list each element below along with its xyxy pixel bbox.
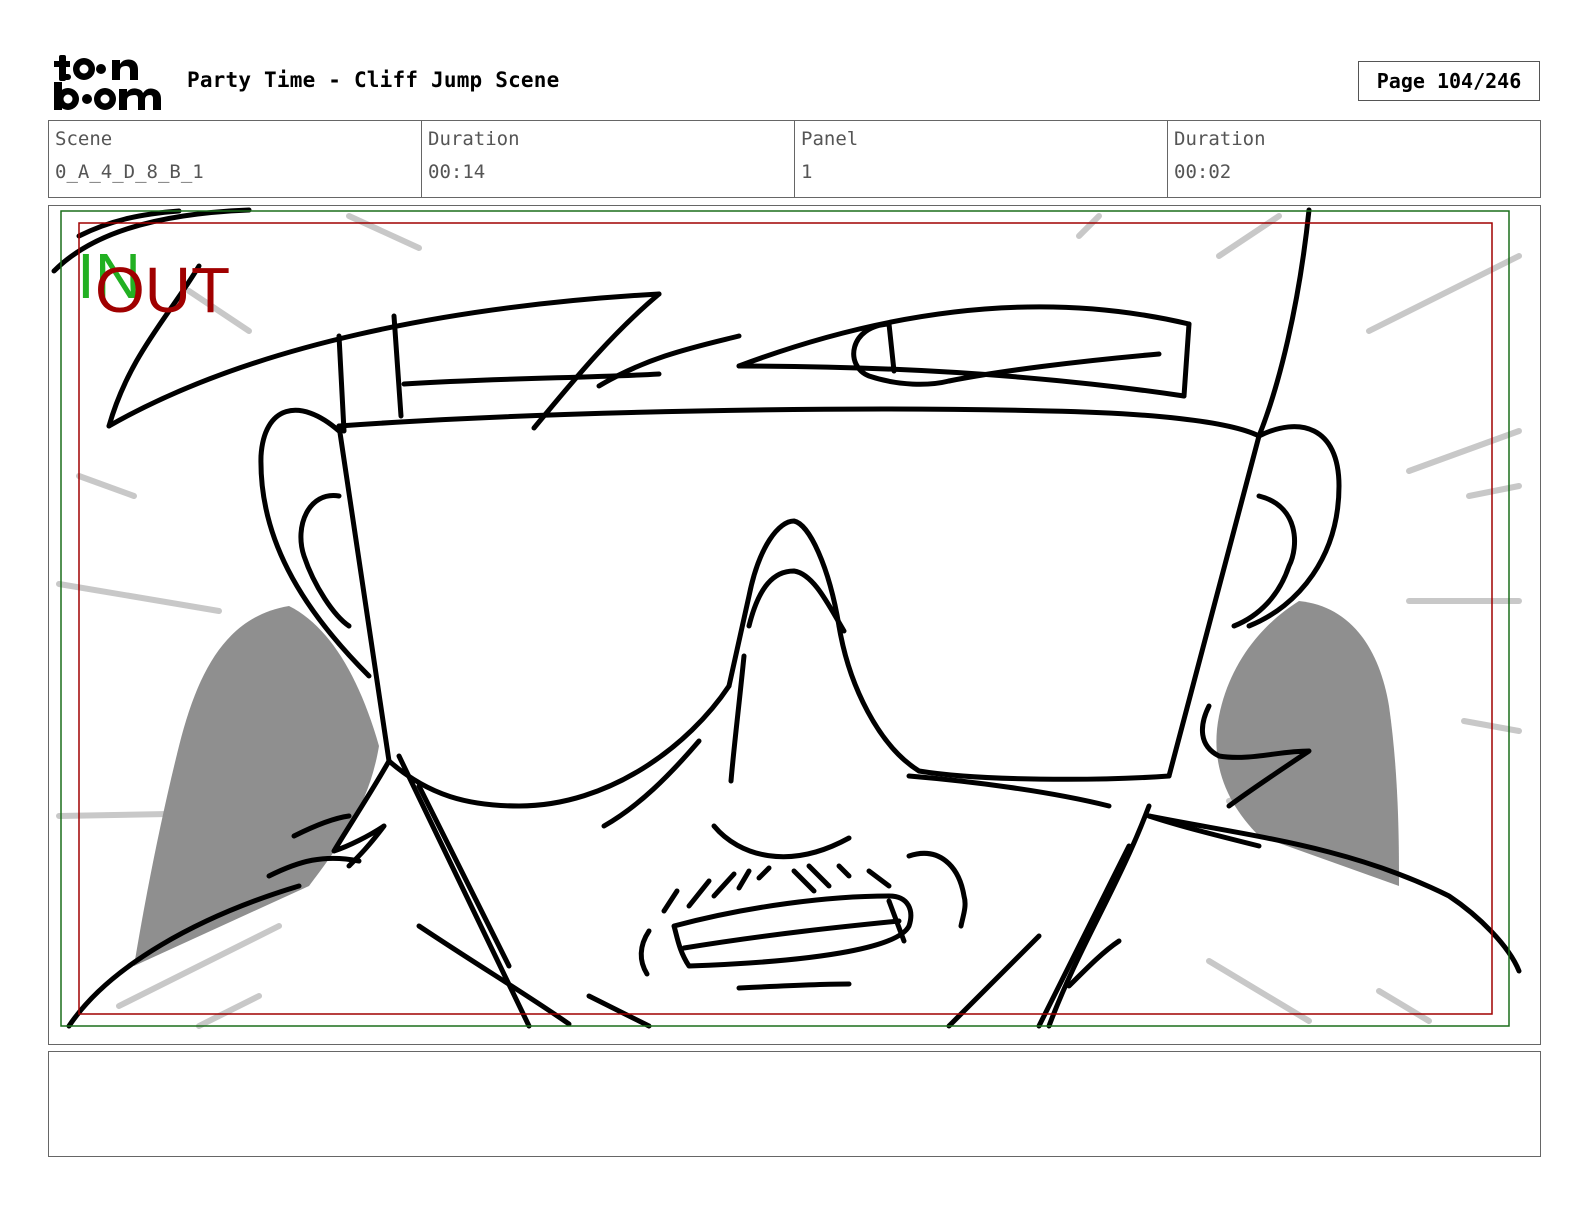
page-indicator: Page 104/246 [1358,61,1540,101]
hair-shading [134,601,1399,966]
scene-duration-value: 00:14 [428,161,486,183]
project-title: Party Time - Cliff Jump Scene [187,68,560,92]
panel-value: 1 [801,161,813,183]
panel-sketch: IN OUT [51,207,1522,1029]
toonboom-logo [52,52,164,112]
scene-cell: Scene 0_A_4_D_8_B_1 [49,121,422,197]
scene-duration-label: Duration [428,128,520,150]
storyboard-panel: IN OUT [48,205,1541,1045]
panel-duration-label: Duration [1174,128,1266,150]
out-marker: OUT [95,254,230,326]
scene-duration-cell: Duration 00:14 [422,121,795,197]
panel-info-table: Scene 0_A_4_D_8_B_1 Duration 00:14 Panel… [48,120,1541,198]
panel-cell: Panel 1 [795,121,1168,197]
scene-value: 0_A_4_D_8_B_1 [55,161,204,183]
panel-duration-cell: Duration 00:02 [1168,121,1540,197]
panel-notes-box[interactable] [48,1051,1541,1157]
panel-duration-value: 00:02 [1174,161,1232,183]
scene-label: Scene [55,128,113,150]
panel-label: Panel [801,128,859,150]
